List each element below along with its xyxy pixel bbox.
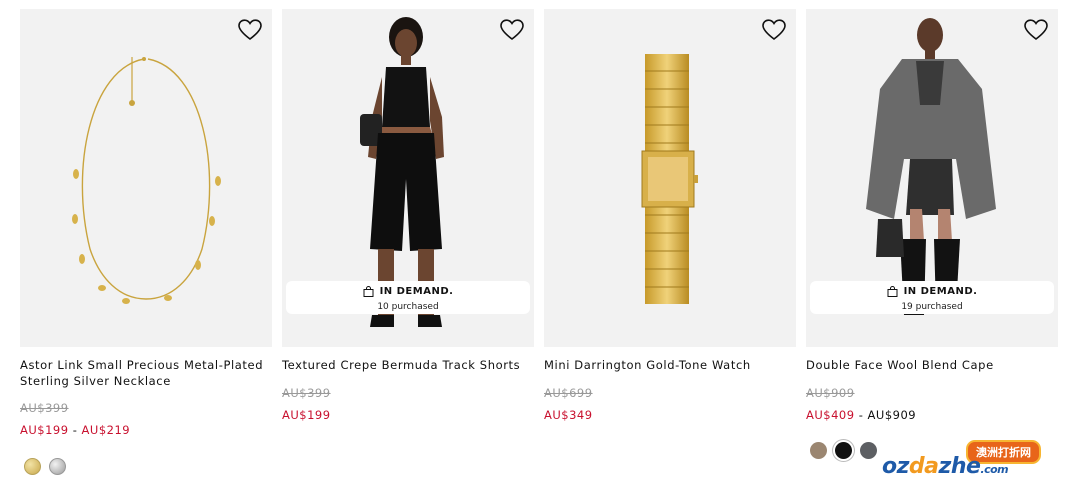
color-swatches	[24, 458, 66, 475]
sale-price-min: AU$199	[20, 423, 69, 437]
original-price: AU$699	[544, 385, 593, 400]
watermark-logo: ozdazhe.com	[882, 454, 1009, 479]
price-range-separator: -	[68, 423, 82, 437]
wishlist-heart-icon[interactable]	[500, 19, 524, 41]
wishlist-heart-icon[interactable]	[762, 19, 786, 41]
swatch-camel[interactable]	[810, 442, 827, 459]
sale-price: AU$199 - AU$219	[20, 423, 272, 437]
original-price: AU$399	[20, 401, 69, 415]
badge-title: IN DEMAND.	[379, 286, 454, 297]
wishlist-heart-icon[interactable]	[1024, 19, 1048, 41]
product-name[interactable]: Double Face Wool Blend Cape	[806, 358, 1058, 374]
product-card[interactable]: Astor Link Small Precious Metal-Plated S…	[20, 9, 272, 437]
swatch-gold[interactable]	[24, 458, 41, 475]
product-image[interactable]: IN DEMAND. 19 purchased	[806, 9, 1058, 347]
watch-illustration	[641, 54, 698, 304]
sale-price-min: AU$409	[806, 407, 855, 422]
shopping-bag-icon	[887, 286, 898, 297]
wishlist-heart-icon[interactable]	[238, 19, 262, 41]
necklace-illustration	[72, 57, 221, 304]
original-price: AU$909	[806, 385, 855, 400]
badge-subtitle: 19 purchased	[901, 302, 963, 312]
color-swatches	[810, 442, 877, 459]
in-demand-badge: IN DEMAND. 19 purchased	[810, 281, 1054, 314]
price-range-separator: -	[854, 407, 868, 422]
sale-price-max: AU$219	[81, 423, 131, 437]
product-image[interactable]	[20, 9, 272, 347]
badge-title: IN DEMAND.	[903, 286, 978, 297]
swatch-black[interactable]	[835, 442, 852, 459]
product-card[interactable]: IN DEMAND. 10 purchased Textured Crepe B…	[282, 9, 534, 422]
swatch-grey[interactable]	[860, 442, 877, 459]
badge-subtitle: 10 purchased	[377, 302, 439, 312]
product-card[interactable]: IN DEMAND. 19 purchased Double Face Wool…	[806, 9, 1058, 422]
product-image[interactable]	[544, 9, 796, 347]
product-name[interactable]: Mini Darrington Gold-Tone Watch	[544, 358, 796, 374]
site-watermark: 澳洲打折网 ozdazhe.com	[882, 440, 1062, 492]
sale-price: AU$349	[544, 407, 593, 422]
product-image[interactable]: IN DEMAND. 10 purchased	[282, 9, 534, 347]
swatch-silver[interactable]	[49, 458, 66, 475]
sale-price: AU$199	[282, 407, 331, 422]
product-grid: Astor Link Small Precious Metal-Plated S…	[20, 9, 1060, 489]
original-price: AU$399	[282, 385, 331, 400]
sale-price: AU$409 - AU$909	[806, 408, 1058, 422]
product-card[interactable]: Mini Darrington Gold-Tone Watch AU$699 A…	[544, 9, 796, 422]
in-demand-badge: IN DEMAND. 10 purchased	[286, 281, 530, 314]
product-name[interactable]: Textured Crepe Bermuda Track Shorts	[282, 358, 534, 374]
sale-price-max: AU$909	[867, 407, 917, 422]
product-name[interactable]: Astor Link Small Precious Metal-Plated S…	[20, 358, 272, 389]
shopping-bag-icon	[363, 286, 374, 297]
